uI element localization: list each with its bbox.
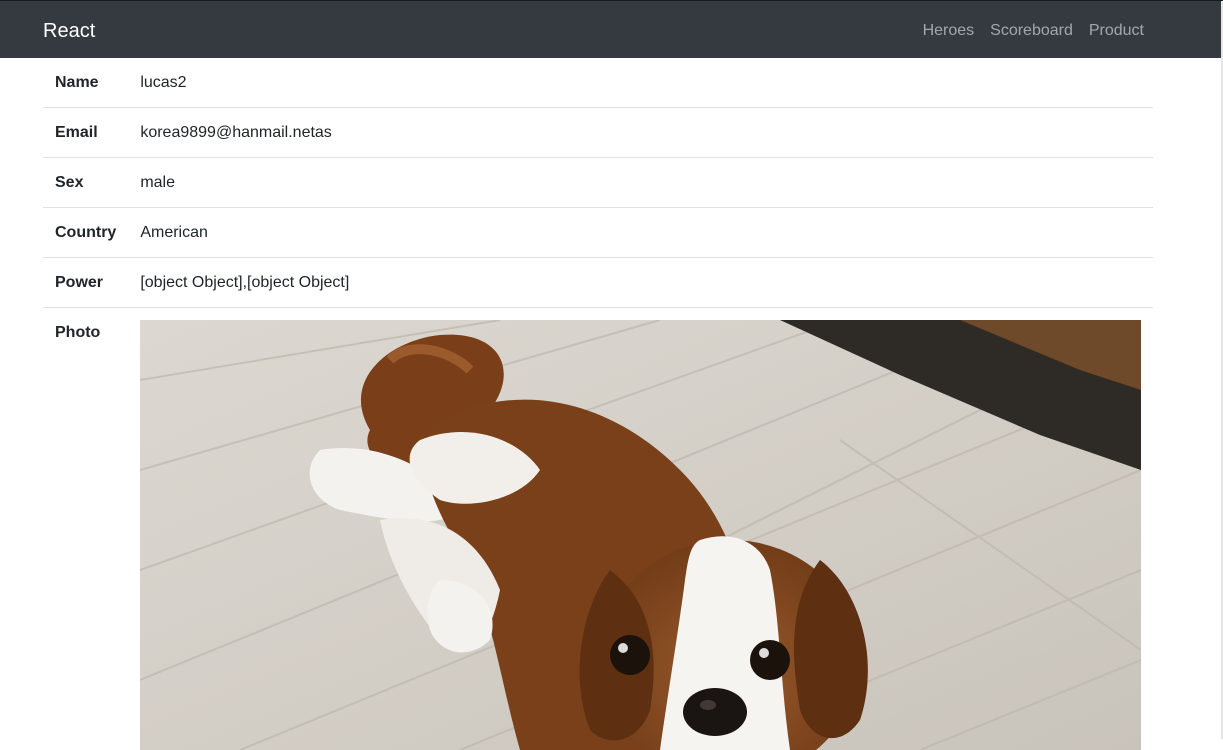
navbar-brand[interactable]: React [43,18,95,44]
field-label: Country [43,208,128,258]
hero-photo [140,320,1141,750]
table-row-photo: Photo [43,308,1153,750]
table-row-power: Power [object Object],[object Object] [43,258,1153,308]
table-row-name: Name lucas2 [43,58,1153,108]
field-value-name: lucas2 [128,58,1153,108]
field-label: Email [43,108,128,158]
field-label: Sex [43,158,128,208]
field-label: Name [43,58,128,108]
table-row-country: Country American [43,208,1153,258]
field-value-sex: male [128,158,1153,208]
table-row-sex: Sex male [43,158,1153,208]
field-label: Photo [43,308,128,750]
hero-details-table: Name lucas2 Email korea9899@hanmail.neta… [43,58,1153,750]
field-value-photo [128,308,1153,750]
field-label: Power [43,258,128,308]
field-value-power: [object Object],[object Object] [128,258,1153,308]
table-row-email: Email korea9899@hanmail.netas [43,108,1153,158]
field-value-country: American [128,208,1153,258]
field-value-email: korea9899@hanmail.netas [128,108,1153,158]
nav-link-scoreboard[interactable]: Scoreboard [990,20,1073,42]
nav-link-heroes[interactable]: Heroes [923,20,975,42]
navbar: React Heroes Scoreboard Product [0,1,1221,58]
nav-link-product[interactable]: Product [1089,20,1144,42]
nav-links: Heroes Scoreboard Product [923,20,1144,42]
